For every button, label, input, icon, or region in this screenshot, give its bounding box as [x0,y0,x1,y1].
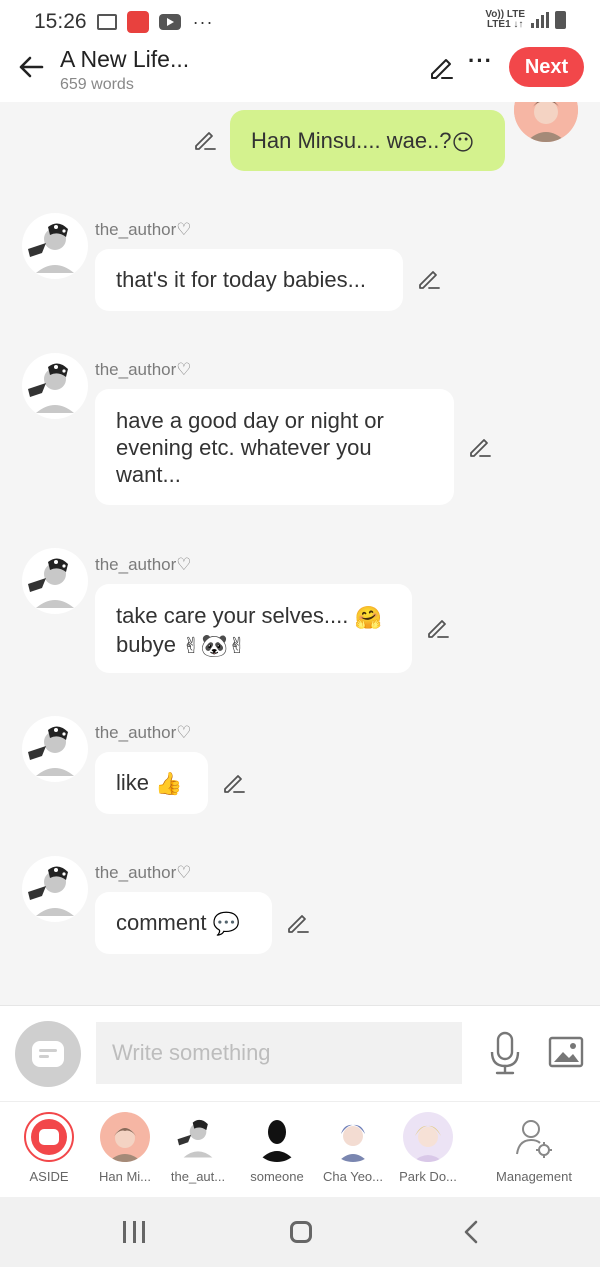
edit-message-icon[interactable] [468,435,492,459]
han-minsu-avatar [100,1112,150,1162]
han-minsu-avatar[interactable] [514,102,578,142]
word-count: 659 words [60,76,134,93]
message-bubble-author[interactable]: take care your selves.... 🤗 bubye ✌🐼✌ [95,584,412,673]
message-bubble-author[interactable]: comment 💬 [95,892,272,954]
message-input[interactable] [96,1022,462,1084]
message-line: bubye [116,631,176,657]
edit-message-icon[interactable] [286,911,310,935]
more-options-icon[interactable]: ··· [468,48,493,74]
message-composer [0,1005,600,1101]
author-name: the_author♡ [95,220,192,239]
aside-icon [32,1041,64,1067]
signal-icon [531,12,549,28]
author-avatar[interactable] [22,213,88,279]
mangatoon-notification-icon [126,11,149,33]
victory-panda-emoji: ✌🐼✌ [182,633,247,659]
status-time: 15:26 [34,10,87,33]
app-header: A New Life... 659 words ··· Next [0,44,600,102]
message-bubble-author[interactable]: have a good day or night or evening etc.… [95,389,454,505]
more-notifications-icon: ··· [192,11,214,32]
neutral-face-emoji: 😶 [451,129,475,155]
network-indicator: Vo)) LTE LTE1 ↓↑ [485,9,525,30]
home-icon[interactable] [290,1221,312,1243]
message-line: have a good day or night or [116,408,384,433]
author-name: the_author♡ [95,723,192,742]
message-line: take care your selves.... [116,603,349,628]
thumbs-up-emoji: 👍 [155,771,183,797]
character-label: Management [496,1169,572,1184]
message-bubble-author[interactable]: like 👍 [95,752,208,814]
microphone-icon[interactable] [488,1030,522,1076]
message-bubble-author[interactable]: that's it for today babies... [95,249,403,311]
message-text: Han Minsu.... wae..? [251,128,452,153]
character-someone[interactable]: someone [237,1102,317,1184]
character-label: someone [250,1169,304,1184]
character-park-do[interactable]: Park Do... [388,1102,468,1184]
aside-avatar [24,1112,74,1162]
author-avatar [173,1112,223,1162]
character-selector: ASIDE Han Mi... the_aut... someone Cha Y… [0,1101,600,1197]
character-han-minsu[interactable]: Han Mi... [85,1102,165,1184]
next-button[interactable]: Next [509,47,584,87]
character-label: ASIDE [29,1169,69,1184]
hugging-face-emoji: 🤗 [354,604,382,630]
character-the-author[interactable]: the_aut... [158,1102,238,1184]
someone-avatar [252,1112,302,1162]
character-aside[interactable]: ASIDE [9,1102,89,1184]
cha-yeo-avatar [328,1112,378,1162]
status-indicators: Vo)) LTE LTE1 ↓↑ [485,10,566,30]
edit-message-icon[interactable] [222,771,246,795]
character-management[interactable]: Management [494,1102,574,1184]
character-label: the_aut... [170,1169,226,1184]
character-cha-yeo[interactable]: Cha Yeo... [313,1102,393,1184]
youtube-notification-icon [158,14,181,30]
edit-pencil-icon[interactable] [428,54,454,80]
author-avatar[interactable] [22,856,88,922]
image-gallery-icon[interactable] [548,1036,584,1068]
character-label: Cha Yeo... [323,1169,383,1184]
speech-bubble-emoji: 💬 [212,911,241,937]
story-title: A New Life... [60,46,190,72]
message-bubble-han-minsu[interactable]: Han Minsu.... wae..?😶 [230,110,505,171]
message-text: comment [116,910,207,935]
management-icon [509,1112,559,1162]
system-back-icon[interactable] [460,1219,484,1245]
aside-toggle-button[interactable] [15,1021,81,1087]
character-label: Park Do... [399,1169,457,1184]
park-do-avatar [403,1112,453,1162]
edit-message-icon[interactable] [417,267,441,291]
back-arrow-icon[interactable] [16,52,46,82]
message-line: want... [116,462,181,487]
author-name: the_author♡ [95,360,192,379]
message-line: evening etc. whatever you [116,435,372,460]
system-nav-bar [0,1197,600,1267]
character-label: Han Mi... [98,1169,151,1184]
battery-icon [555,11,566,29]
edit-message-icon[interactable] [426,616,450,640]
author-avatar[interactable] [22,548,88,614]
recent-apps-icon[interactable] [123,1221,145,1243]
message-text: that's it for today babies... [116,267,367,292]
author-avatar[interactable] [22,353,88,419]
chat-area[interactable]: Han Minsu.... wae..?😶 the_author♡ that's… [0,102,600,1005]
status-bar: 15:26 ··· Vo)) LTE LTE1 ↓↑ [0,0,600,44]
gallery-notification-icon [96,14,117,30]
edit-message-icon[interactable] [193,128,217,152]
author-name: the_author♡ [95,863,192,882]
author-name: the_author♡ [95,555,192,574]
author-avatar[interactable] [22,716,88,782]
message-text: like [116,770,150,795]
